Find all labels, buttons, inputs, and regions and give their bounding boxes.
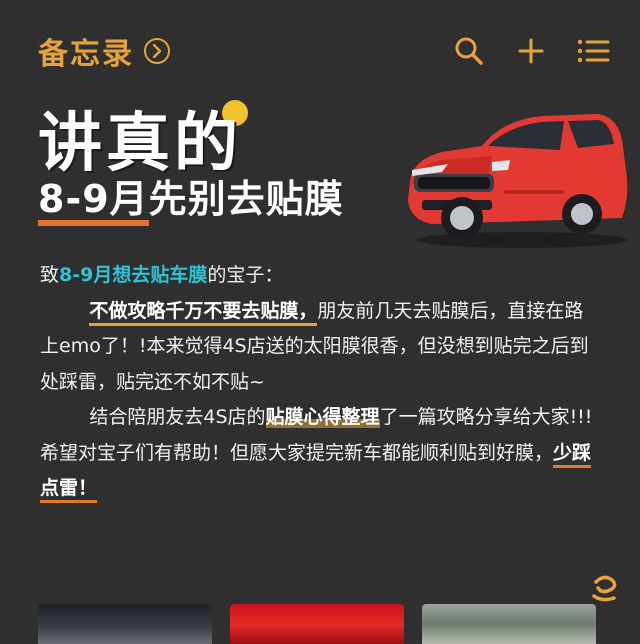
hero-heading: 讲真的: [38, 107, 242, 181]
warning-highlight: 不做攻略千万不要去贴膜，: [89, 299, 318, 326]
swirl-decoration-icon: [592, 575, 617, 602]
plus-icon[interactable]: [514, 34, 548, 68]
greeting-suffix: 的宝子：: [207, 264, 284, 286]
greeting-highlight: 8-9月想去贴车膜: [59, 264, 208, 286]
app-header: 备忘录: [38, 30, 610, 72]
greeting-paragraph: 致8-9月想去贴车膜的宝子：: [40, 258, 600, 294]
guide-prefix: 结合陪朋友去4S店的: [89, 406, 266, 428]
greeting-prefix: 致: [40, 264, 60, 286]
chevron-right-icon[interactable]: [144, 38, 170, 64]
toolbar: [452, 34, 610, 68]
search-icon[interactable]: [452, 34, 486, 68]
thumbnail-image[interactable]: [422, 604, 596, 644]
thumbnail-image[interactable]: [230, 604, 404, 644]
header-brand[interactable]: 备忘录: [38, 29, 170, 73]
paragraph-guide: 结合陪朋友去4S店的贴膜心得整理了一篇攻略分享给大家!!!希望对宝子们有帮助！但…: [40, 400, 600, 507]
guide-highlight: 贴膜心得整理: [265, 406, 380, 428]
image-thumbnails: [38, 604, 596, 644]
red-car-illustration: [408, 114, 628, 248]
paragraph-warning: 不做攻略千万不要去贴膜，朋友前几天去贴膜后，直接在路上emo了！!本来觉得4S店…: [40, 294, 600, 401]
list-icon[interactable]: [576, 34, 610, 68]
note-body: 致8-9月想去贴车膜的宝子： 不做攻略千万不要去贴膜，朋友前几天去贴膜后，直接在…: [40, 258, 600, 507]
app-title: 备忘录: [38, 37, 134, 72]
thumbnail-image[interactable]: [38, 604, 212, 644]
hero-subheading-accent: 8-9月: [38, 179, 149, 226]
